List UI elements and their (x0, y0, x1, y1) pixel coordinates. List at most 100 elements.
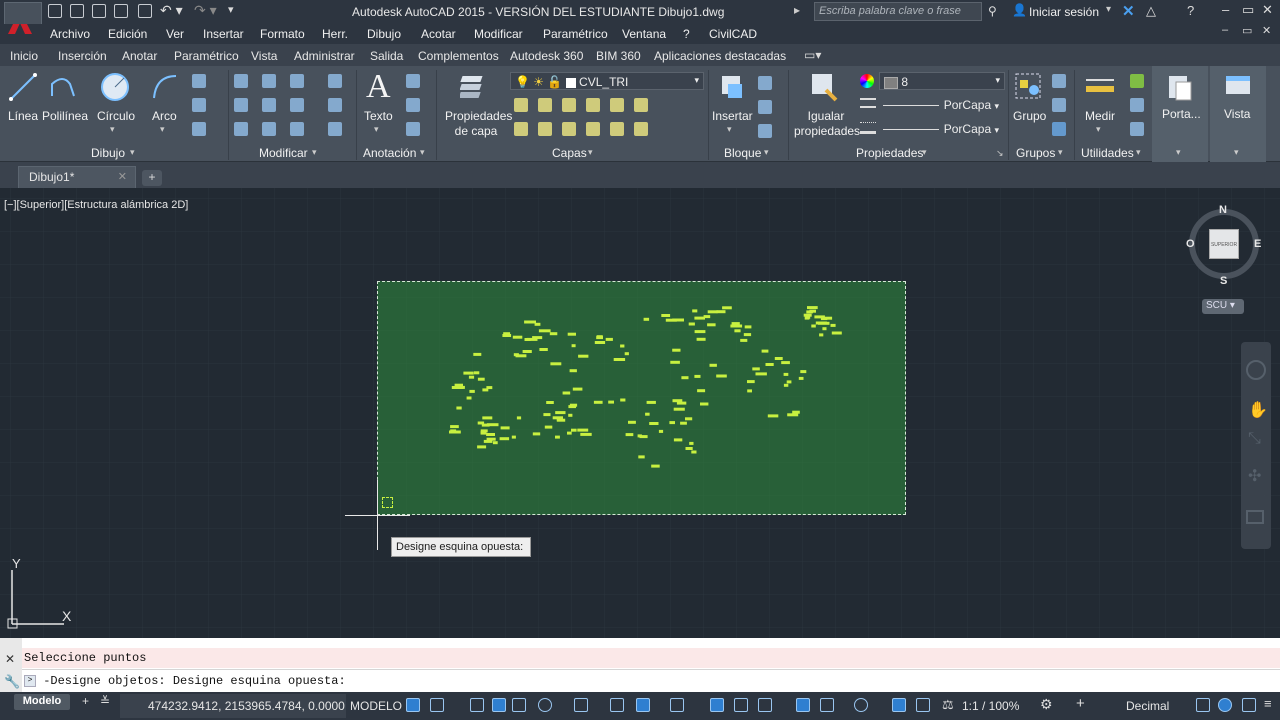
menu-ver[interactable]: Ver (166, 27, 184, 41)
tab-inicio[interactable]: Inicio (10, 49, 38, 63)
layer-tool-icon[interactable] (562, 98, 576, 112)
annotation-visibility-icon[interactable] (892, 698, 906, 712)
object-snap-icon[interactable] (636, 698, 650, 712)
annotation-monitor-icon[interactable]: + (1076, 695, 1085, 712)
mirror-icon[interactable] (262, 98, 276, 112)
quick-properties-icon[interactable] (1196, 698, 1210, 712)
properties-panel-dropdown-icon[interactable]: ▾ (922, 147, 927, 158)
auto-scale-icon[interactable] (916, 698, 930, 712)
layer-tool-icon[interactable] (538, 122, 552, 136)
selection-cycling-icon[interactable] (734, 698, 748, 712)
close-tab-icon[interactable]: ✕ (118, 170, 127, 183)
compass-south[interactable]: S (1220, 275, 1227, 287)
workspace-gear-icon[interactable]: ⚙ (1040, 696, 1053, 713)
trim-icon[interactable] (290, 74, 304, 88)
dynamic-ucs-icon[interactable] (796, 698, 810, 712)
groups-panel-dropdown-icon[interactable]: ▾ (1058, 147, 1063, 158)
search-expand-icon[interactable]: ▸ (794, 3, 800, 17)
move-icon[interactable] (234, 74, 248, 88)
layers-panel-dropdown-icon[interactable]: ▾ (588, 147, 593, 158)
menu-modificar[interactable]: Modificar (474, 27, 523, 41)
text-label[interactable]: Texto (364, 109, 393, 123)
rectangle-icon[interactable] (192, 74, 206, 88)
utilities-panel-title[interactable]: Utilidades (1081, 146, 1134, 160)
tab-bim360[interactable]: BIM 360 (596, 49, 641, 63)
table-icon[interactable] (406, 122, 420, 136)
isodraft-icon[interactable] (574, 698, 588, 712)
annotation-scale[interactable]: 1:1 / 100% (962, 699, 1019, 713)
orbit-icon[interactable]: ✣ (1248, 466, 1261, 486)
new-tab-button[interactable]: + (142, 170, 162, 186)
scale-icon[interactable] (262, 122, 276, 136)
doc-close-icon[interactable]: ✕ (1262, 24, 1271, 37)
menu-insertar[interactable]: Insertar (203, 27, 244, 41)
signin-dropdown-icon[interactable]: ▾ (1106, 4, 1111, 15)
object-snap-tracking-icon[interactable] (610, 698, 624, 712)
tab-vista[interactable]: Vista (251, 49, 277, 63)
menu-archivo[interactable]: Archivo (50, 27, 90, 41)
menu-ventana[interactable]: Ventana (622, 27, 666, 41)
modify-panel-dropdown-icon[interactable]: ▾ (312, 147, 317, 158)
gizmo-icon[interactable] (854, 698, 868, 712)
text-icon[interactable]: A (366, 68, 391, 106)
fillet-icon[interactable] (290, 98, 304, 112)
search-input[interactable]: Escriba palabra clave o frase (814, 2, 982, 21)
group-label[interactable]: Grupo (1013, 109, 1046, 123)
measure-dropdown-icon[interactable]: ▾ (1096, 124, 1101, 135)
properties-launcher-icon[interactable]: ↘ (996, 148, 1004, 159)
redo-icon[interactable]: ↷ ▾ (194, 2, 217, 19)
draw-panel-title[interactable]: Dibujo (91, 146, 125, 160)
save-icon[interactable] (92, 4, 106, 18)
model-layout-tab[interactable]: Modelo (14, 694, 70, 710)
draw-panel-dropdown-icon[interactable]: ▾ (130, 147, 135, 158)
units-display[interactable]: Decimal (1126, 699, 1169, 713)
annotation-panel-dropdown-icon[interactable]: ▾ (420, 147, 425, 158)
grid-icon[interactable] (406, 698, 420, 712)
view-label[interactable]: Vista (1224, 107, 1250, 121)
layer-tool-icon[interactable] (562, 122, 576, 136)
block-panel-dropdown-icon[interactable]: ▾ (764, 147, 769, 158)
layer-tool-icon[interactable] (538, 98, 552, 112)
clipboard-label[interactable]: Porta... (1162, 107, 1201, 121)
model-space-toggle[interactable]: MODELO (350, 699, 402, 713)
group-edit-icon[interactable] (1052, 98, 1066, 112)
polyline-label[interactable]: Polilínea (42, 109, 88, 123)
layer-tool-icon[interactable] (634, 122, 648, 136)
region-icon[interactable] (192, 122, 206, 136)
text-dropdown-icon[interactable]: ▾ (374, 124, 379, 135)
utilities-panel-dropdown-icon[interactable]: ▾ (1136, 147, 1141, 158)
tab-aplicaciones[interactable]: Aplicaciones destacadas (654, 49, 786, 63)
viewport-controls[interactable]: [−][Superior][Estructura alámbrica 2D] (4, 199, 188, 211)
tab-complementos[interactable]: Complementos (418, 49, 499, 63)
rotate-icon[interactable] (262, 74, 276, 88)
menu-acotar[interactable]: Acotar (421, 27, 456, 41)
properties-panel-title[interactable]: Propiedades (856, 146, 923, 160)
create-block-icon[interactable] (758, 76, 772, 90)
line-label[interactable]: Línea (8, 109, 38, 123)
layer-tool-icon[interactable] (586, 122, 600, 136)
quick-select-icon[interactable] (1130, 74, 1144, 88)
new-file-icon[interactable] (48, 4, 62, 18)
hardware-acceleration-icon[interactable] (1218, 698, 1232, 712)
explode-icon[interactable] (328, 98, 342, 112)
measure-icon[interactable] (1084, 74, 1116, 98)
modify-panel-title[interactable]: Modificar (259, 146, 308, 160)
array-icon[interactable] (290, 122, 304, 136)
open-file-icon[interactable] (70, 4, 84, 18)
customize-wrench-icon[interactable]: 🔧 (4, 674, 20, 690)
3d-osnap-icon[interactable] (758, 698, 772, 712)
leader-icon[interactable] (406, 98, 420, 112)
tab-autodesk360[interactable]: Autodesk 360 (510, 49, 583, 63)
layer-properties-label[interactable]: Propiedades de capa (445, 109, 512, 139)
menu-civilcad[interactable]: CivilCAD (709, 27, 757, 41)
exchange-icon[interactable]: ✕ (1122, 2, 1135, 20)
insert-block-icon[interactable] (716, 72, 746, 102)
polyline-icon[interactable] (48, 72, 78, 102)
ortho-icon[interactable] (512, 698, 526, 712)
tab-parametrico[interactable]: Paramétrico (174, 49, 239, 63)
ungroup-icon[interactable] (1052, 74, 1066, 88)
lineweight-dropdown[interactable]: PorCapa ▾ (879, 120, 1005, 138)
viewcube-top-face[interactable]: SUPERIOR (1209, 229, 1239, 259)
layer-tool-icon[interactable] (586, 98, 600, 112)
drawing-tab[interactable]: Dibujo1* ✕ (18, 166, 136, 188)
